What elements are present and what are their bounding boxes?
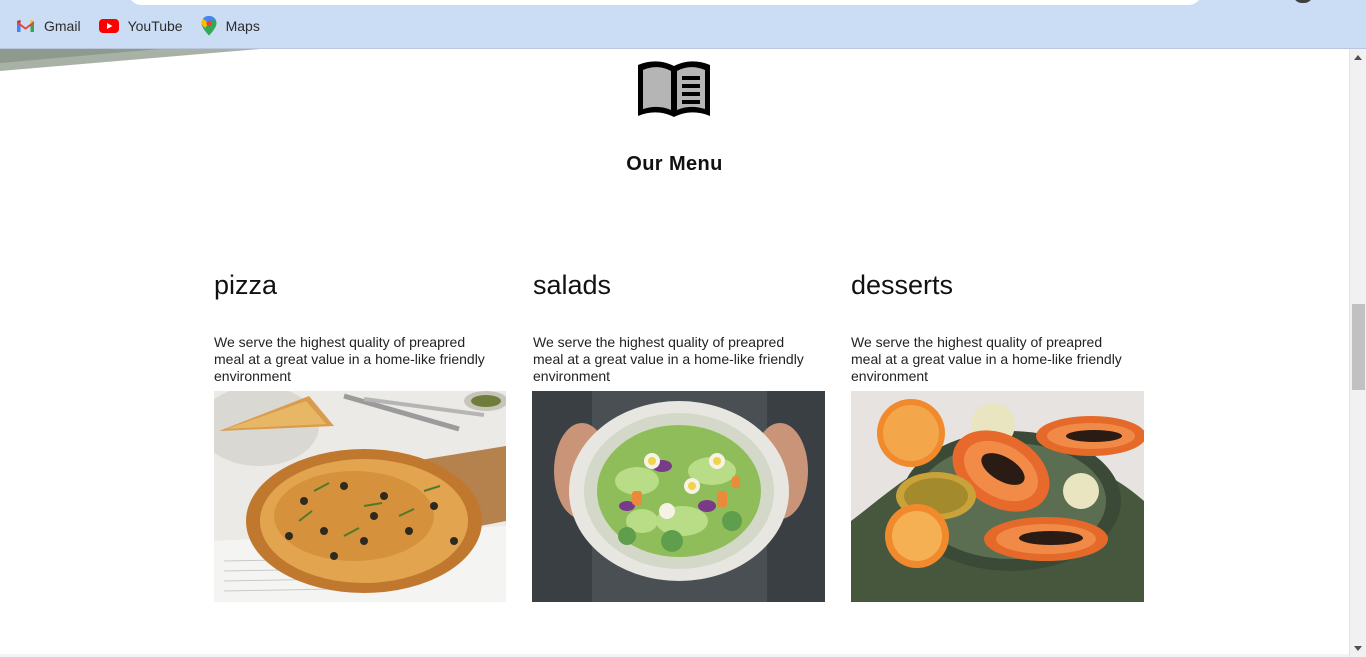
menu-card-description: We serve the highest quality of preapred… [851, 334, 1122, 384]
scroll-down-arrow-icon[interactable] [1354, 646, 1362, 651]
section-title: Our Menu [626, 153, 723, 175]
salad-photo [532, 391, 825, 602]
scroll-up-arrow-icon[interactable] [1354, 55, 1362, 60]
page-content: Our Menu pizza We serve the highest qual… [0, 49, 1349, 657]
pizza-photo [214, 391, 506, 602]
menu-card-pizza: pizza We serve the highest quality of pr… [214, 269, 507, 602]
browser-bookmarks-bar: Gmail YouTube Maps [0, 0, 1366, 49]
youtube-icon [98, 19, 119, 33]
bookmark-label: YouTube [127, 18, 183, 34]
menu-card-description: We serve the highest quality of preapred… [214, 334, 485, 384]
menu-card-title: pizza [214, 270, 278, 300]
bookmark-label: Maps [225, 18, 260, 34]
menu-card-description: We serve the highest quality of preapred… [533, 334, 804, 384]
bookmark-label: Gmail [44, 18, 81, 34]
menu-card-desserts: desserts We serve the highest quality of… [851, 269, 1144, 602]
hero-image-edge [0, 49, 260, 71]
gmail-icon [16, 19, 35, 33]
bookmark-gmail[interactable]: Gmail [16, 16, 81, 36]
scrollbar-thumb[interactable] [1352, 304, 1365, 390]
profile-avatar[interactable] [1293, 0, 1313, 3]
papaya-photo [851, 391, 1144, 602]
menu-card-title: desserts [851, 270, 954, 300]
maps-icon [201, 16, 217, 36]
menu-card-salads: salads We serve the highest quality of p… [532, 269, 826, 602]
bookmark-maps[interactable]: Maps [201, 16, 260, 36]
bookmarks-list: Gmail YouTube Maps [16, 16, 260, 36]
bookmark-youtube[interactable]: YouTube [98, 16, 183, 36]
address-bar[interactable] [128, 0, 1202, 5]
menu-card-title: salads [533, 270, 612, 300]
vertical-scrollbar[interactable] [1349, 49, 1366, 657]
open-book-icon [638, 61, 710, 117]
